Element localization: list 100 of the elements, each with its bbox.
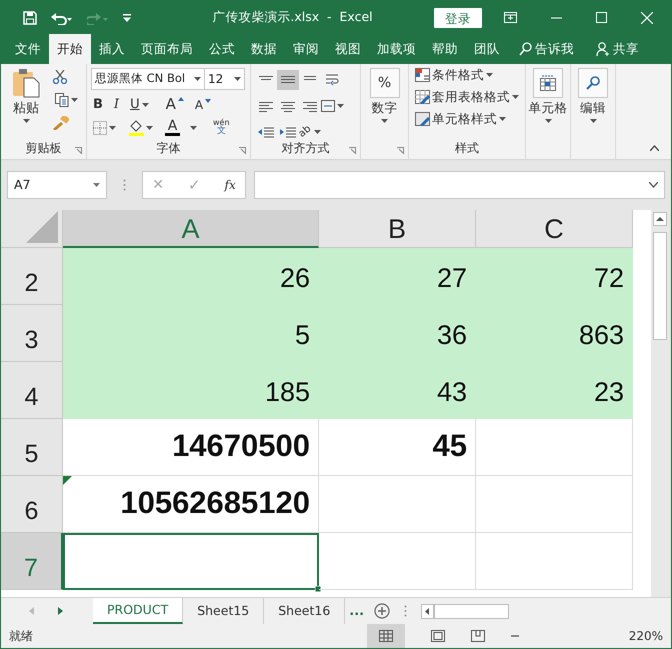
ribbon-tab[interactable]: 页面布局	[133, 34, 201, 64]
row-header[interactable]: 6	[1, 476, 63, 533]
caret-icon[interactable]	[190, 126, 197, 130]
format-painter-icon[interactable]	[53, 116, 69, 130]
formula-input-field[interactable]	[254, 171, 665, 199]
login-button[interactable]: 登录	[434, 8, 482, 28]
caret-icon[interactable]	[194, 77, 201, 81]
page-layout-icon[interactable]	[430, 630, 445, 642]
scroll-thumb[interactable]	[434, 604, 510, 618]
dialog-launcher-icon[interactable]	[75, 147, 82, 154]
ribbon-display-icon[interactable]	[504, 12, 517, 23]
underline-button[interactable]: U	[128, 98, 151, 111]
align-center-icon[interactable]	[281, 100, 295, 112]
row-header[interactable]: 7	[1, 533, 63, 590]
scroll-right-icon[interactable]	[58, 607, 63, 615]
insert-function-button[interactable]: fx	[222, 179, 238, 191]
styles-menu-button[interactable]: 套用表格格式	[413, 90, 521, 104]
italic-button[interactable]: I	[112, 98, 122, 111]
dialog-launcher-icon[interactable]	[349, 147, 356, 154]
increase-indent-icon[interactable]	[280, 126, 296, 138]
ribbon-tab[interactable]: 审阅	[285, 34, 327, 64]
caret-icon[interactable]	[71, 98, 78, 102]
caret-icon[interactable]	[590, 118, 596, 122]
more-sheets-button[interactable]: ...	[345, 598, 374, 624]
row-header[interactable]: 3	[1, 305, 63, 362]
editing-button[interactable]: 编辑	[575, 68, 611, 139]
cells-button[interactable]: 单元格	[530, 68, 566, 139]
bold-button[interactable]: B	[91, 98, 105, 111]
caret-icon[interactable]	[314, 130, 321, 134]
caret-icon[interactable]	[234, 77, 241, 81]
fill-bucket-icon	[128, 120, 144, 136]
scroll-thumb[interactable]	[653, 232, 667, 340]
caret-icon[interactable]	[336, 104, 344, 108]
orientation-button[interactable]: ab	[297, 127, 323, 138]
ribbon-tab[interactable]: 加载项	[369, 34, 424, 64]
align-left-icon[interactable]	[259, 100, 273, 112]
caret-icon[interactable]	[486, 73, 493, 77]
caret-icon[interactable]	[109, 126, 116, 130]
caret-icon[interactable]	[381, 118, 388, 122]
paste-button[interactable]: 粘贴	[10, 68, 42, 123]
column-header[interactable]: A	[63, 210, 319, 248]
number-format-button[interactable]: % 数字	[365, 68, 404, 139]
caret-icon[interactable]	[93, 183, 100, 187]
collapse-ribbon-icon[interactable]	[650, 145, 659, 151]
styles-menu-button[interactable]: 单元格样式	[413, 112, 521, 126]
fill-color-button[interactable]	[126, 120, 155, 136]
ribbon-tab[interactable]: 帮助	[424, 34, 466, 64]
caret-icon[interactable]	[142, 102, 149, 106]
column-header[interactable]: B	[319, 210, 476, 248]
column-header[interactable]: C	[476, 210, 633, 248]
row-header[interactable]: 5	[1, 419, 63, 476]
maximize-icon[interactable]	[596, 12, 607, 23]
styles-menu-button[interactable]: 条件格式	[413, 68, 521, 82]
ribbon-tab[interactable]: 公式	[201, 34, 243, 64]
grow-font-button[interactable]: A	[164, 97, 186, 112]
close-icon[interactable]	[641, 12, 653, 24]
page-break-icon[interactable]	[470, 630, 485, 642]
drag-handle-icon[interactable]	[123, 179, 126, 191]
wrap-text-icon[interactable]	[325, 72, 339, 87]
ribbon-tab[interactable]: 文件	[7, 34, 49, 64]
scissors-icon[interactable]	[53, 70, 67, 84]
undo-icon[interactable]	[51, 10, 73, 24]
save-icon[interactable]	[23, 10, 37, 24]
font-size-field[interactable]: 12	[205, 68, 245, 90]
phonetic-button[interactable]: wén 文	[211, 119, 232, 136]
dialog-launcher-icon[interactable]	[239, 147, 246, 154]
ribbon-tab[interactable]: 数据	[243, 34, 285, 64]
drag-handle-icon[interactable]	[404, 605, 408, 617]
ribbon-tab[interactable]: 插入	[91, 34, 133, 64]
row-header[interactable]: 2	[1, 248, 63, 305]
shrink-font-button[interactable]: A	[192, 98, 214, 110]
caret-icon[interactable]	[22, 119, 30, 123]
scroll-left-icon[interactable]	[421, 604, 434, 618]
customize-icon[interactable]	[123, 14, 131, 22]
caret-icon[interactable]	[499, 117, 506, 121]
tell-me-button[interactable]: 告诉我	[511, 34, 582, 64]
ribbon-tab[interactable]: 视图	[327, 34, 369, 64]
active-cell[interactable]	[63, 533, 319, 590]
font-name-field[interactable]: 思源黑体 CN Bol	[91, 68, 205, 90]
caret-icon[interactable]	[544, 118, 552, 122]
borders-button[interactable]	[91, 120, 118, 134]
ribbon-tab[interactable]: 团队	[466, 34, 508, 64]
font-color-button[interactable]: A	[163, 120, 182, 136]
normal-view-button[interactable]	[366, 624, 405, 648]
merge-button[interactable]	[318, 100, 346, 112]
add-sheet-icon[interactable]	[374, 603, 390, 619]
fill-handle-icon[interactable]	[315, 586, 321, 592]
row-header[interactable]: 4	[1, 362, 63, 419]
align-right-icon[interactable]	[303, 100, 317, 112]
caret-icon[interactable]	[512, 95, 519, 99]
decrease-indent-icon[interactable]	[258, 126, 274, 138]
sheet-tab[interactable]: PRODUCT	[93, 598, 184, 624]
share-button[interactable]: 共享	[588, 34, 647, 64]
dialog-launcher-icon[interactable]	[397, 147, 404, 154]
ribbon-tab[interactable]: 开始	[49, 34, 91, 64]
scroll-up-icon[interactable]	[653, 212, 667, 226]
caret-icon[interactable]	[146, 126, 153, 130]
name-box-field[interactable]: A7	[7, 171, 107, 199]
zoom-level[interactable]: 220%	[628, 627, 663, 645]
copy-button[interactable]	[53, 93, 80, 107]
